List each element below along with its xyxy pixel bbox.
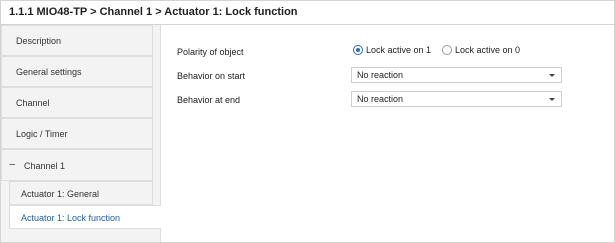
sidebar-item-label: Description (16, 36, 62, 46)
sidebar-item-label: Actuator 1: Lock function (21, 213, 121, 223)
sidebar-item-description[interactable]: Description (1, 25, 153, 56)
behavior-end-dropdown[interactable]: No reaction (351, 91, 562, 107)
sidebar-item-label: Actuator 1: General (21, 189, 100, 199)
behavior-start-dropdown[interactable]: No reaction (351, 67, 562, 83)
radio-label: Lock active on 0 (455, 45, 521, 55)
sidebar: Description General settings Channel Log… (1, 25, 161, 242)
radio-unselected-icon[interactable] (442, 45, 452, 55)
sidebar-group-channel-1[interactable]: − Channel 1 (1, 149, 153, 181)
behavior-end-label: Behavior at end (177, 95, 241, 105)
dropdown-value: No reaction (357, 70, 404, 80)
settings-panel: Polarity of object Lock active on 1 Lock… (161, 25, 614, 242)
sidebar-item-label: General settings (16, 67, 82, 77)
window-frame: 1.1.1 MIO48-TP > Channel 1 > Actuator 1:… (0, 0, 615, 243)
polarity-label: Polarity of object (177, 47, 244, 57)
sidebar-item-actuator-1-lock-function[interactable]: Actuator 1: Lock function (9, 205, 161, 229)
collapse-icon[interactable]: − (9, 159, 15, 171)
sidebar-group-label: Channel 1 (24, 161, 66, 171)
title-bar: 1.1.1 MIO48-TP > Channel 1 > Actuator 1:… (1, 1, 614, 25)
behavior-start-label: Behavior on start (177, 71, 246, 81)
radio-label: Lock active on 1 (366, 45, 432, 55)
dropdown-value: No reaction (357, 94, 404, 104)
sidebar-item-logic-timer[interactable]: Logic / Timer (1, 118, 153, 149)
sidebar-item-channel[interactable]: Channel (1, 87, 153, 118)
chevron-down-icon (549, 98, 555, 101)
radio-selected-icon[interactable] (353, 45, 363, 55)
sidebar-item-label: Channel (16, 98, 50, 108)
chevron-down-icon (549, 74, 555, 77)
sidebar-item-actuator-1-general[interactable]: Actuator 1: General (9, 181, 153, 205)
sidebar-item-general-settings[interactable]: General settings (1, 56, 153, 87)
breadcrumb-title: 1.1.1 MIO48-TP > Channel 1 > Actuator 1:… (9, 6, 298, 18)
sidebar-item-label: Logic / Timer (16, 129, 68, 139)
